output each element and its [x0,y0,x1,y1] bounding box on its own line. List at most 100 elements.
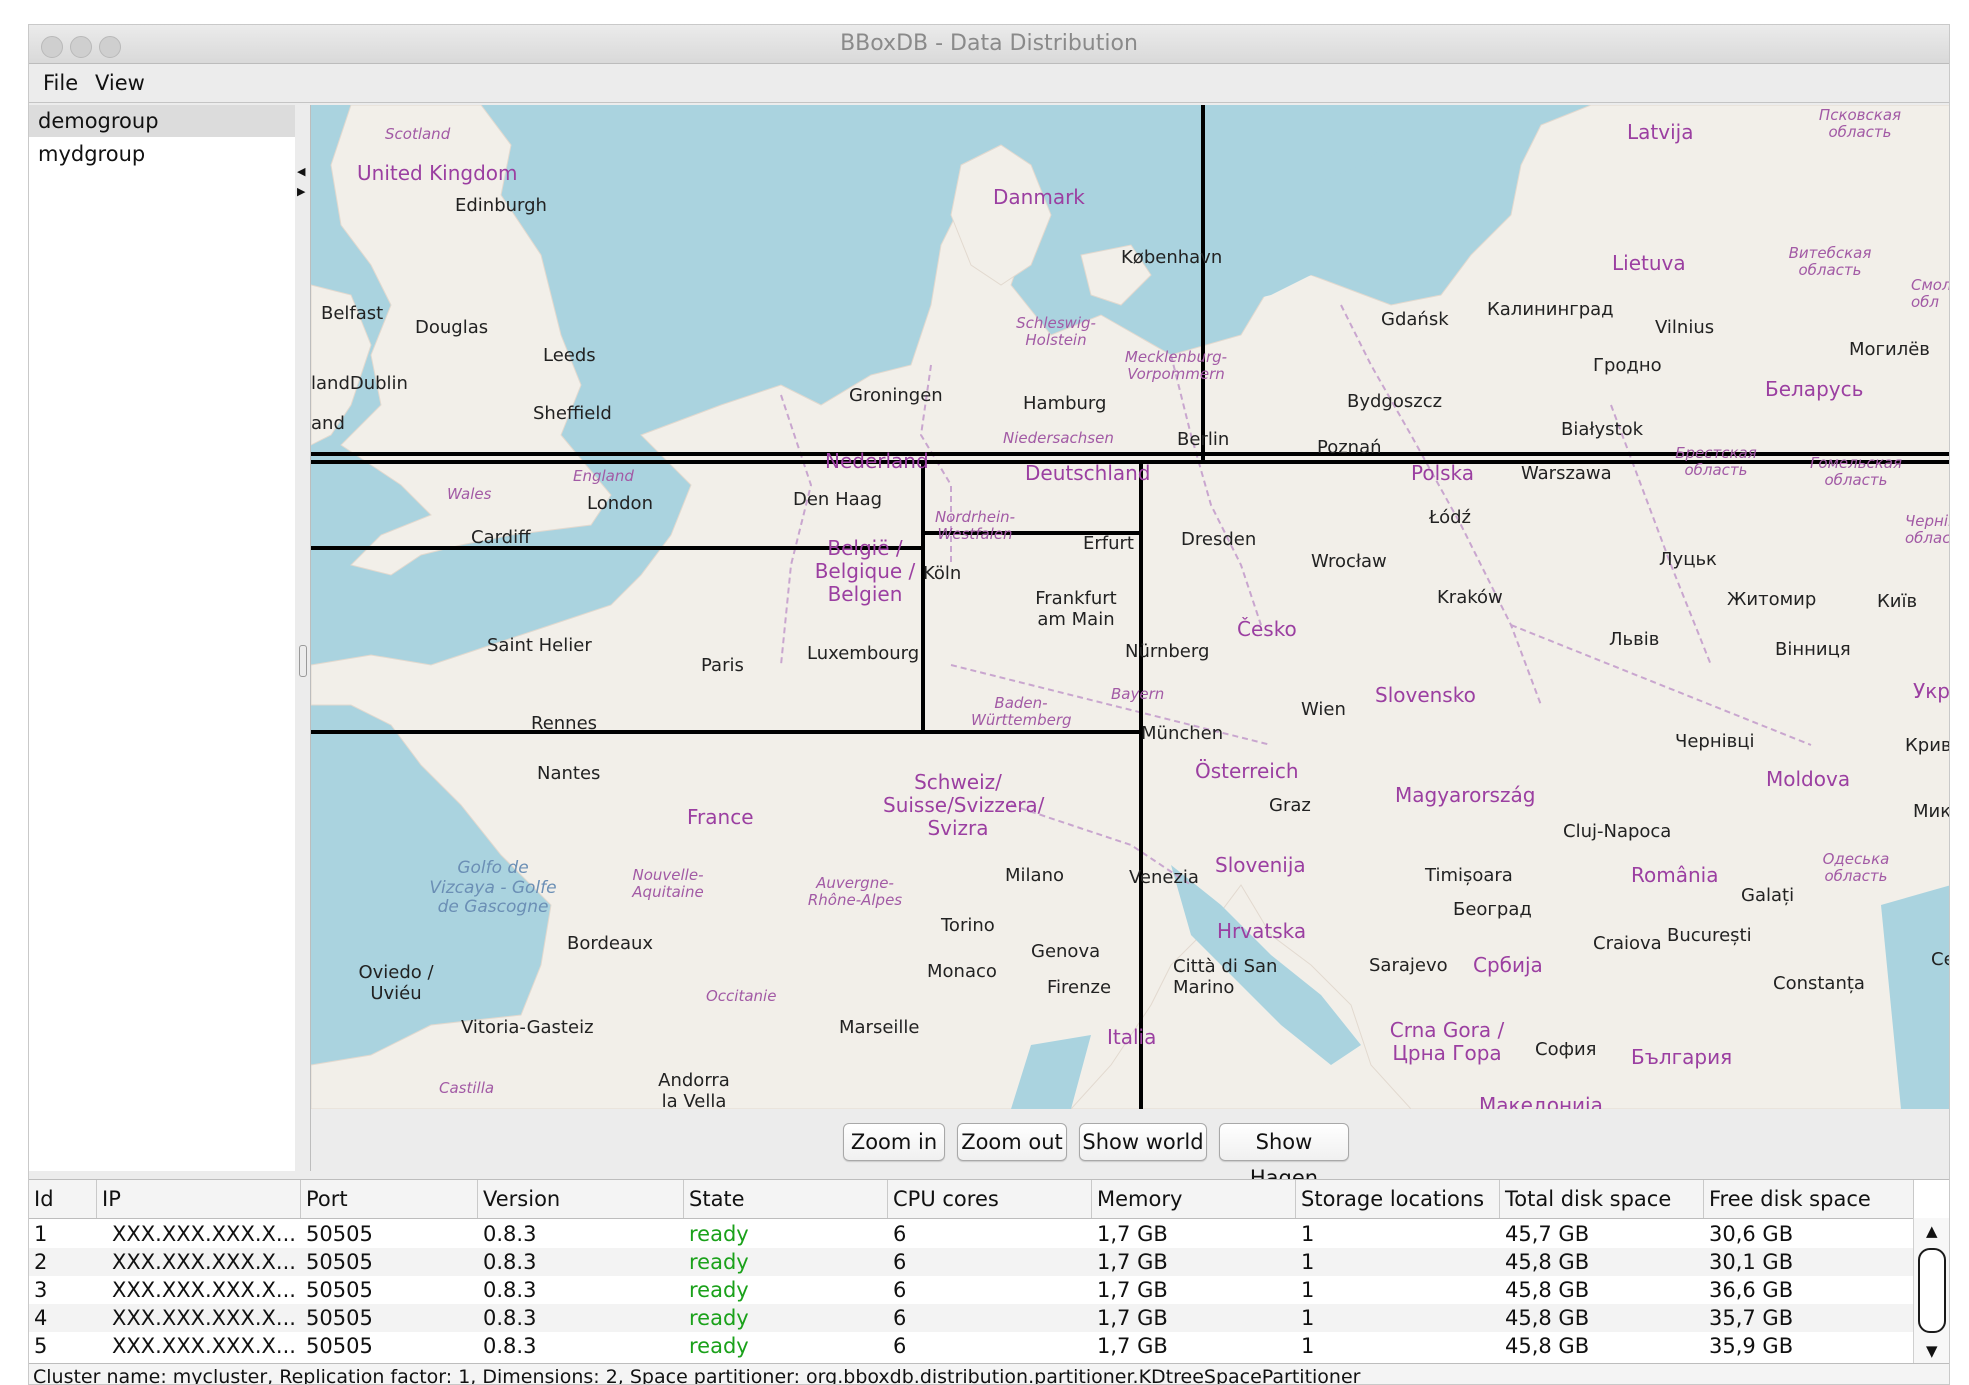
group-list: demogroup mydgroup [29,105,296,1171]
table-vertical-scrollbar[interactable]: ▲ ▼ [1913,1218,1949,1364]
column-header-free-disk-space[interactable]: Free disk space [1704,1180,1914,1218]
scrollbar-thumb[interactable] [1918,1248,1946,1333]
map-label-city: Могилёв [1849,339,1930,360]
app-window: BBoxDB - Data Distribution File View dem… [28,24,1950,1385]
scroll-down-arrow-icon[interactable]: ▼ [1926,1342,1938,1360]
map-label-city: Житомир [1727,589,1817,610]
column-header-port[interactable]: Port [301,1180,478,1218]
map-label-city: Nürnberg [1125,641,1210,662]
map-label-region: Витебская область [1788,244,1872,279]
map-label-country: Polska [1411,461,1475,485]
cell-ip: XXX.XXX.XXX.X... [112,1306,296,1330]
map-view[interactable]: United Kingdom Danmark Latvija Lietuva Б… [311,105,1950,1109]
map-label-city: Köln [923,563,962,584]
collapse-left-arrow-icon[interactable]: ◀ [297,165,305,178]
cell-free-disk-space: 30,1 GB [1709,1250,1794,1274]
map-label-city: landDublin [311,373,408,394]
map-label-city: Вінниця [1775,639,1851,660]
map-label-city: Marseille [839,1017,920,1038]
cell-memory: 1,7 GB [1097,1278,1168,1302]
table-row[interactable]: 2 XXX.XXX.XXX.X... 50505 0.8.3 ready 6 1… [29,1248,1914,1276]
show-hagen-button[interactable]: Show Hagen [1219,1123,1349,1190]
map-label-city: Graz [1269,795,1311,816]
map-controls: Zoom in Zoom out Show world Show Hagen [311,1109,1949,1190]
map-label-city: Gdańsk [1381,309,1449,330]
column-header-storage-locations[interactable]: Storage locations [1296,1180,1500,1218]
column-header-state[interactable]: State [684,1180,888,1218]
cell-memory: 1,7 GB [1097,1250,1168,1274]
group-list-item-mydgroup[interactable]: mydgroup [29,138,295,170]
split-pane-divider[interactable]: ◀ ▶ [295,105,311,1171]
column-header-ip[interactable]: IP [97,1180,301,1218]
cell-storage-locations: 1 [1301,1306,1315,1330]
map-label-city: Sarajevo [1369,955,1448,976]
map-label-city: Wien [1301,699,1346,720]
map-label-country: Crna Gora / Црна Гора [1389,1018,1505,1065]
map-label-country: Hrvatska [1217,919,1307,943]
cell-id: 5 [34,1334,48,1358]
menu-bar: File View [29,64,1949,103]
cell-port: 50505 [306,1222,373,1246]
cell-cpu-cores: 6 [893,1250,907,1274]
map-label-city: Białystok [1561,419,1644,440]
map-label-city: Torino [941,915,995,936]
map-label-city: Craiova [1593,933,1662,954]
map-label-country-partial: Македонија [1479,1093,1603,1109]
map-label-city: Београд [1453,899,1532,920]
divider-grip-icon[interactable] [299,645,307,677]
map-label-city: Berlin [1177,429,1230,450]
table-row[interactable]: 1 XXX.XXX.XXX.X... 50505 0.8.3 ready 6 1… [29,1220,1914,1248]
column-header-id[interactable]: Id [29,1180,97,1218]
map-label-city: Калининград [1487,299,1614,320]
map-label-region: Schleswig-Holstein [1016,314,1096,349]
expand-right-arrow-icon[interactable]: ▶ [297,185,305,198]
map-label-city: Paris [701,655,744,676]
map-label-city: and [311,413,345,434]
map-label-country: Schweiz/ Suisse/Svizzera/ Svizra [883,770,1045,840]
map-label-city: Edinburgh [455,195,547,216]
map-label-country: Србија [1473,953,1543,977]
table-row[interactable]: 4 XXX.XXX.XXX.X... 50505 0.8.3 ready 6 1… [29,1304,1914,1332]
menu-file[interactable]: File [43,71,78,95]
cell-version: 0.8.3 [483,1278,537,1302]
map-label-city: Sheffield [533,403,612,424]
map-label-city: București [1667,925,1752,946]
map-label-city: Vitoria-Gasteiz [461,1017,594,1038]
instances-table[interactable]: Id IP Port Version State CPU cores Memor… [29,1179,1949,1364]
table-row[interactable]: 5 XXX.XXX.XXX.X... 50505 0.8.3 ready 6 1… [29,1332,1914,1360]
cell-total-disk-space: 45,8 GB [1505,1250,1590,1274]
cell-memory: 1,7 GB [1097,1222,1168,1246]
zoom-in-button[interactable]: Zoom in [843,1123,945,1161]
cell-port: 50505 [306,1334,373,1358]
group-list-item-demogroup[interactable]: demogroup [29,105,295,137]
map-label-region: England [573,467,634,485]
table-row[interactable]: 3 XXX.XXX.XXX.X... 50505 0.8.3 ready 6 1… [29,1276,1914,1304]
map-label-country: Italia [1107,1025,1157,1049]
column-header-version[interactable]: Version [478,1180,684,1218]
column-header-cpu-cores[interactable]: CPU cores [888,1180,1092,1218]
map-label-region: Wales [447,485,492,503]
map-label-city: Львів [1609,629,1660,650]
column-header-total-disk-space[interactable]: Total disk space [1500,1180,1704,1218]
show-world-button[interactable]: Show world [1079,1123,1207,1161]
map-label-sea: Golfo de Vizcaya - Golfe de Gascogne [429,858,557,918]
cell-port: 50505 [306,1250,373,1274]
map-label-country: United Kingdom [357,161,518,185]
map-label-city: Luxembourg [807,643,920,664]
map-label-region: Псковская область [1818,106,1902,141]
column-header-memory[interactable]: Memory [1092,1180,1296,1218]
map-label-region: Bayern [1111,685,1165,703]
cell-ip: XXX.XXX.XXX.X... [112,1334,296,1358]
zoom-out-button[interactable]: Zoom out [957,1123,1067,1161]
cell-total-disk-space: 45,8 GB [1505,1278,1590,1302]
cell-free-disk-space: 35,9 GB [1709,1334,1794,1358]
cell-free-disk-space: 36,6 GB [1709,1278,1794,1302]
menu-view[interactable]: View [95,71,145,95]
map-label-region: Occitanie [706,987,777,1005]
scroll-up-arrow-icon[interactable]: ▲ [1926,1222,1938,1240]
map-label-country: Deutschland [1025,461,1151,485]
map-label-city: Микола [1913,801,1950,822]
cell-storage-locations: 1 [1301,1278,1315,1302]
map-label-city: Кривий [1905,735,1949,756]
table-header: Id IP Port Version State CPU cores Memor… [29,1180,1914,1219]
